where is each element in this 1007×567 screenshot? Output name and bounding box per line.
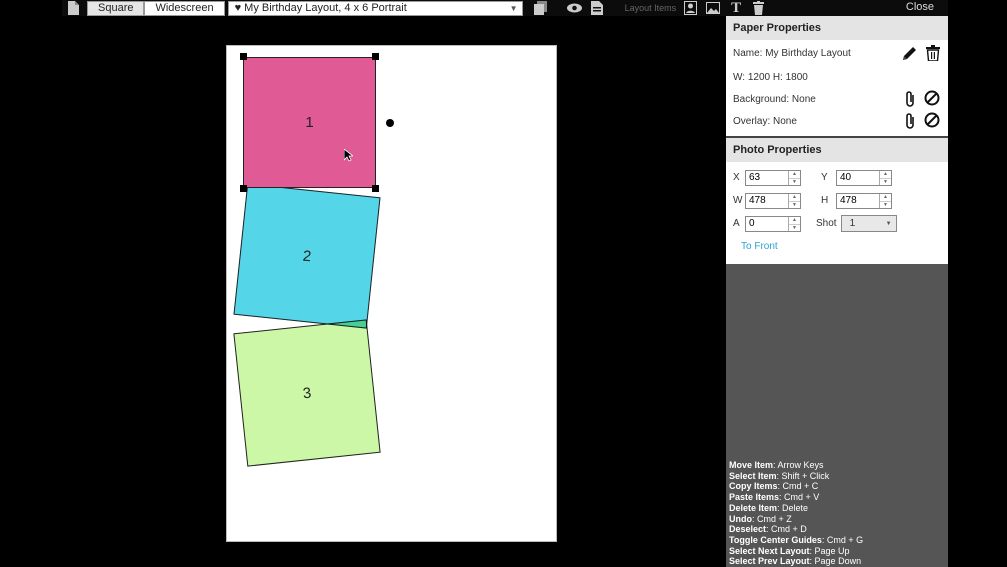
w-label: W	[733, 195, 743, 206]
close-button[interactable]: Close	[906, 1, 934, 13]
paper-overlay: Overlay: None	[733, 115, 797, 127]
shortcut-item: Undo: Cmd + Z	[729, 513, 792, 524]
shot-select-value: 1	[849, 218, 856, 229]
paperclip-icon[interactable]	[904, 90, 916, 111]
pencil-icon[interactable]	[901, 45, 918, 65]
x-input[interactable]	[746, 170, 788, 185]
stepper-up-icon[interactable]: ▲	[880, 171, 891, 178]
photo-slot-2[interactable]: 2	[233, 183, 381, 329]
add-image-icon[interactable]	[705, 0, 721, 16]
shortcut-item: Move Item: Arrow Keys	[729, 460, 824, 470]
dropdown-arrow-icon: ▼	[509, 3, 518, 13]
dropdown-arrow-icon: ▼	[885, 220, 892, 227]
widescreen-button[interactable]: Widescreen	[144, 0, 225, 16]
h-stepper[interactable]: ▲▼	[836, 192, 892, 209]
stepper-down-icon[interactable]: ▼	[789, 200, 800, 209]
stepper-down-icon[interactable]: ▼	[880, 200, 891, 209]
y-stepper[interactable]: ▲▼	[836, 169, 892, 186]
layout-items-label: Layout Items	[624, 3, 677, 13]
angle-stepper[interactable]: ▲▼	[745, 215, 801, 232]
paper-background: Background: None	[733, 93, 816, 105]
photo-slot-number: 2	[301, 247, 313, 265]
mouse-cursor-icon	[343, 148, 355, 165]
photo-slot-3[interactable]: 3	[233, 319, 381, 467]
shortcut-item: Paste Items: Cmd + V	[729, 492, 820, 503]
square-button[interactable]: Square	[87, 0, 145, 16]
paper-name-row: Name: My Birthday Layout	[726, 40, 948, 66]
add-photo-slot-icon[interactable]	[682, 0, 698, 16]
h-input[interactable]	[837, 193, 879, 208]
photo-slot-1[interactable]: 1	[243, 57, 376, 188]
export-document-icon[interactable]	[589, 0, 605, 16]
shortcut-item: Select Item: Shift + Click	[729, 470, 830, 481]
layout-select-value: ♥ My Birthday Layout, 4 x 6 Portrait	[234, 2, 407, 14]
resize-handle-top-left[interactable]	[240, 53, 247, 60]
w-input[interactable]	[746, 193, 788, 208]
stepper-down-icon[interactable]: ▼	[789, 223, 800, 232]
paper-name: Name: My Birthday Layout	[733, 47, 851, 59]
shortcut-item: Copy Items: Cmd + C	[729, 481, 819, 492]
resize-handle-top-right[interactable]	[372, 53, 379, 60]
w-stepper[interactable]: ▲▼	[745, 192, 801, 209]
stepper-down-icon[interactable]: ▼	[880, 177, 891, 186]
resize-handle-bottom-right[interactable]	[372, 185, 379, 192]
stepper-up-icon[interactable]: ▲	[789, 171, 800, 178]
paper-overlay-row: Overlay: None	[726, 110, 948, 132]
paper-background-row: Background: None	[726, 88, 948, 110]
paperclip-icon[interactable]	[904, 112, 916, 133]
stepper-down-icon[interactable]: ▼	[789, 177, 800, 186]
keyboard-shortcuts: Move Item: Arrow Keys Select Item: Shift…	[729, 460, 945, 567]
photo-properties-header: Photo Properties	[726, 138, 948, 162]
shot-label: Shot	[816, 218, 837, 229]
paper-dimensions-row: W: 1200 H: 1800	[726, 66, 948, 88]
stepper-up-icon[interactable]: ▲	[880, 194, 891, 201]
paper-properties-header: Paper Properties	[726, 16, 948, 40]
stepper-up-icon[interactable]: ▲	[789, 194, 800, 201]
trash-icon[interactable]	[926, 45, 940, 65]
clear-icon[interactable]	[924, 90, 940, 111]
to-front-link[interactable]: To Front	[733, 235, 941, 258]
photo-slot-number: 3	[301, 384, 313, 402]
shortcut-item: Deselect: Cmd + D	[729, 524, 807, 535]
shot-select[interactable]: 1 ▼	[840, 215, 897, 232]
photo-slot-number: 1	[305, 114, 314, 131]
shortcut-item: Toggle Center Guides: Cmd + G	[729, 534, 864, 545]
y-label: Y	[821, 172, 828, 183]
shortcut-item: Select Prev Layout: Page Down	[729, 556, 862, 567]
layout-select[interactable]: ♥ My Birthday Layout, 4 x 6 Portrait ▼	[227, 0, 523, 16]
stepper-up-icon[interactable]: ▲	[789, 217, 800, 224]
photo-properties-section: Photo Properties X ▲▼ Y ▲▼ W ▲▼	[726, 138, 948, 264]
duplicate-layout-icon[interactable]	[533, 0, 549, 16]
paper-properties-section: Paper Properties Name: My Birthday Layou…	[726, 16, 948, 136]
clear-icon[interactable]	[924, 112, 940, 133]
toolbar: Square Widescreen ♥ My Birthday Layout, …	[62, 0, 948, 16]
y-input[interactable]	[837, 170, 879, 185]
x-label: X	[733, 172, 740, 183]
paper-dimensions: W: 1200 H: 1800	[733, 71, 808, 83]
trash-icon[interactable]	[750, 0, 766, 16]
new-document-icon[interactable]	[65, 0, 81, 16]
x-stepper[interactable]: ▲▼	[745, 169, 801, 186]
resize-handle-bottom-left[interactable]	[240, 185, 247, 192]
h-label: H	[821, 195, 829, 206]
add-text-icon[interactable]: T	[728, 0, 744, 16]
a-label: A	[733, 218, 740, 229]
rotate-handle[interactable]	[386, 119, 394, 127]
angle-input[interactable]	[746, 216, 788, 231]
eye-icon[interactable]	[567, 0, 583, 16]
shortcut-item: Select Next Layout: Page Up	[729, 545, 850, 556]
shortcut-item: Delete Item: Delete	[729, 502, 809, 513]
